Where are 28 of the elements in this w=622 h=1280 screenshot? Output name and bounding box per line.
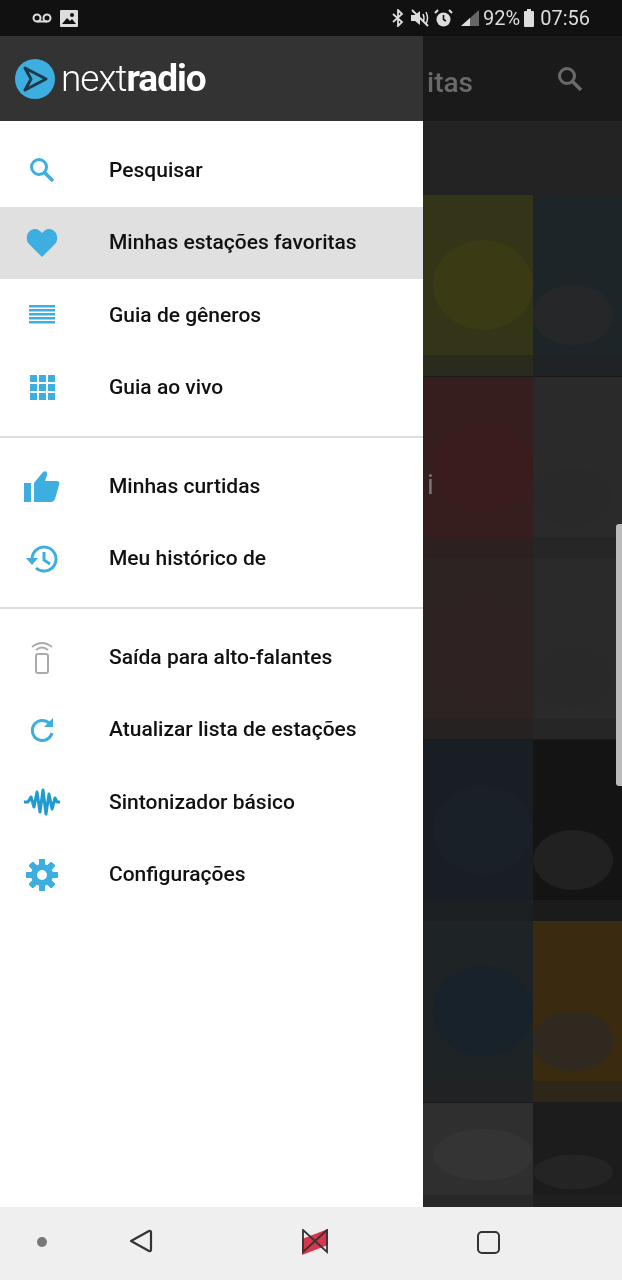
battery-percent: 92% xyxy=(483,5,521,32)
search-icon[interactable] xyxy=(557,66,583,92)
heart-icon xyxy=(26,228,58,257)
alarm-icon xyxy=(434,8,454,28)
list-icon xyxy=(29,305,55,326)
speaker-icon xyxy=(30,640,54,675)
voicemail-icon xyxy=(32,13,52,23)
image-icon xyxy=(60,9,78,27)
screen-title: itas xyxy=(427,65,473,101)
battery-icon xyxy=(524,9,535,27)
app-logo: nextradio xyxy=(61,60,206,97)
card-title: i xyxy=(427,467,434,503)
home-icon[interactable] xyxy=(302,1229,328,1255)
signal-icon xyxy=(461,10,480,26)
back-icon[interactable] xyxy=(129,1229,153,1253)
menu-item[interactable]: Minhas estações favoritas xyxy=(0,206,423,279)
waveform-icon xyxy=(23,788,61,817)
grid-icon xyxy=(29,375,55,401)
mute-icon xyxy=(410,9,431,27)
logo-icon xyxy=(15,58,55,99)
search-icon xyxy=(28,156,56,185)
history-icon xyxy=(25,543,59,574)
recents-icon[interactable] xyxy=(477,1231,500,1254)
scrollbar[interactable] xyxy=(616,524,622,786)
bluetooth-icon xyxy=(392,9,405,27)
thumbs-up-icon xyxy=(24,470,60,503)
settings-icon xyxy=(26,858,58,891)
clock: 07:56 xyxy=(540,5,590,32)
